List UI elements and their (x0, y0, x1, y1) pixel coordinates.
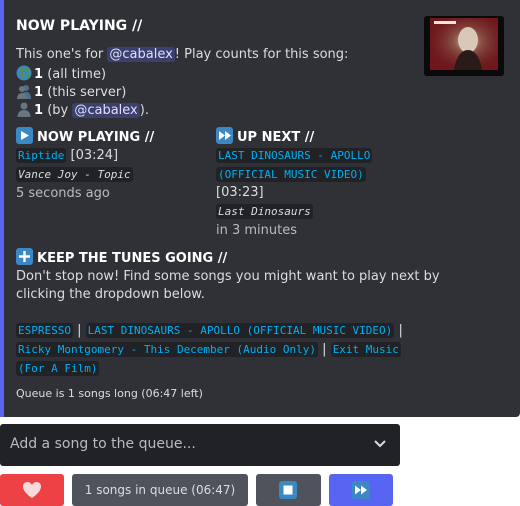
play-icon (16, 127, 33, 144)
up-next-time: in 3 minutes (216, 223, 298, 238)
suggestion-link[interactable]: ESPRESSO (16, 323, 73, 338)
up-next-heading: UP NEXT // (216, 127, 314, 145)
up-next-artist-line: Last Dinosaurs (216, 204, 313, 219)
now-playing-song-link[interactable]: Riptide (16, 148, 67, 163)
stop-button[interactable] (256, 474, 321, 506)
people-icon (17, 85, 31, 99)
count-value: 1 (34, 67, 44, 82)
count-label-suffix: ). (139, 103, 149, 118)
count-by-user: 1 (by @cabalex). (16, 101, 149, 118)
heart-icon (23, 482, 41, 498)
count-this-server: 1 (this server) (16, 83, 126, 100)
fast-forward-icon (352, 481, 370, 499)
count-label: (all time) (47, 67, 107, 82)
now-playing-duration: [03:24] (70, 148, 119, 163)
now-playing-song-line: Riptide [03:24] (16, 148, 118, 163)
now-playing-time: 5 seconds ago (16, 186, 110, 201)
suggestion-link[interactable]: LAST DINOSAURS - APOLLO (OFFICIAL MUSIC … (85, 323, 395, 338)
album-thumbnail[interactable] (424, 16, 504, 76)
suggestion-separator: | (322, 342, 327, 357)
keep-going-text-2: clicking the dropdown below. (16, 287, 205, 302)
count-label: (this server) (47, 85, 127, 100)
user-mention[interactable]: @cabalex (107, 47, 175, 62)
count-all-time: 1 (all time) (16, 65, 106, 82)
suggestion-link-cont[interactable]: (For A Film) (16, 361, 100, 376)
suggestion-separator: | (77, 323, 82, 338)
intro-line: This one's for @cabalex! Play counts for… (16, 47, 348, 62)
queue-count-label: 1 songs in queue (06:47) (84, 483, 236, 497)
keep-going-heading: KEEP THE TUNES GOING // (16, 248, 227, 266)
globe-icon (16, 65, 32, 81)
count-value: 1 (34, 103, 44, 118)
suggestions-line-3: (For A Film) (16, 361, 100, 376)
suggestions-line-2: Ricky Montgomery - This December (Audio … (16, 342, 401, 357)
intro-suffix: ! Play counts for this song: (174, 47, 349, 62)
now-playing-artist: Vance Joy - Topic (16, 167, 133, 182)
queue-count-button[interactable]: 1 songs in queue (06:47) (72, 474, 248, 506)
like-button[interactable] (0, 474, 64, 506)
now-playing-heading: NOW PLAYING // (16, 127, 154, 145)
embed-accent-bar (0, 0, 4, 417)
keep-going-text-1: Don't stop now! Find some songs you migh… (16, 269, 440, 284)
add-song-select[interactable]: Add a song to the queue... (0, 424, 400, 466)
intro-prefix: This one's for (16, 47, 108, 62)
up-next-artist: Last Dinosaurs (216, 204, 313, 219)
count-value: 1 (34, 85, 44, 100)
person-icon (17, 102, 31, 117)
up-next-song-link[interactable]: LAST DINOSAURS - APOLLO (216, 148, 373, 163)
album-art-image (424, 16, 504, 76)
select-placeholder: Add a song to the queue... (10, 436, 196, 452)
now-playing-artist-line: Vance Joy - Topic (16, 167, 133, 182)
now-playing-heading-text: NOW PLAYING // (37, 130, 155, 145)
up-next-song-link-cont[interactable]: (OFFICIAL MUSIC VIDEO) (216, 167, 366, 182)
up-next-song-line2: (OFFICIAL MUSIC VIDEO) (216, 167, 366, 182)
up-next-heading-text: UP NEXT // (237, 130, 315, 145)
keep-going-heading-text: KEEP THE TUNES GOING // (37, 251, 228, 266)
up-next-duration: [03:23] (216, 185, 264, 200)
up-next-song-line1: LAST DINOSAURS - APOLLO (216, 148, 373, 163)
chevron-down-icon (374, 440, 386, 448)
suggestion-link[interactable]: Exit Music (330, 342, 401, 357)
count-label-prefix: (by (47, 103, 73, 118)
suggestions-line-1: ESPRESSO | LAST DINOSAURS - APOLLO (OFFI… (16, 323, 403, 338)
queue-footer: Queue is 1 songs long (06:47 left) (16, 387, 203, 400)
plus-icon (16, 248, 33, 265)
user-mention[interactable]: @cabalex (72, 103, 140, 118)
skip-button[interactable] (329, 474, 393, 506)
stop-icon (279, 481, 297, 499)
embed-title: NOW PLAYING // (16, 18, 143, 34)
fast-forward-icon (216, 127, 233, 144)
suggestion-separator: | (398, 323, 403, 338)
suggestion-link[interactable]: Ricky Montgomery - This December (Audio … (16, 342, 319, 357)
